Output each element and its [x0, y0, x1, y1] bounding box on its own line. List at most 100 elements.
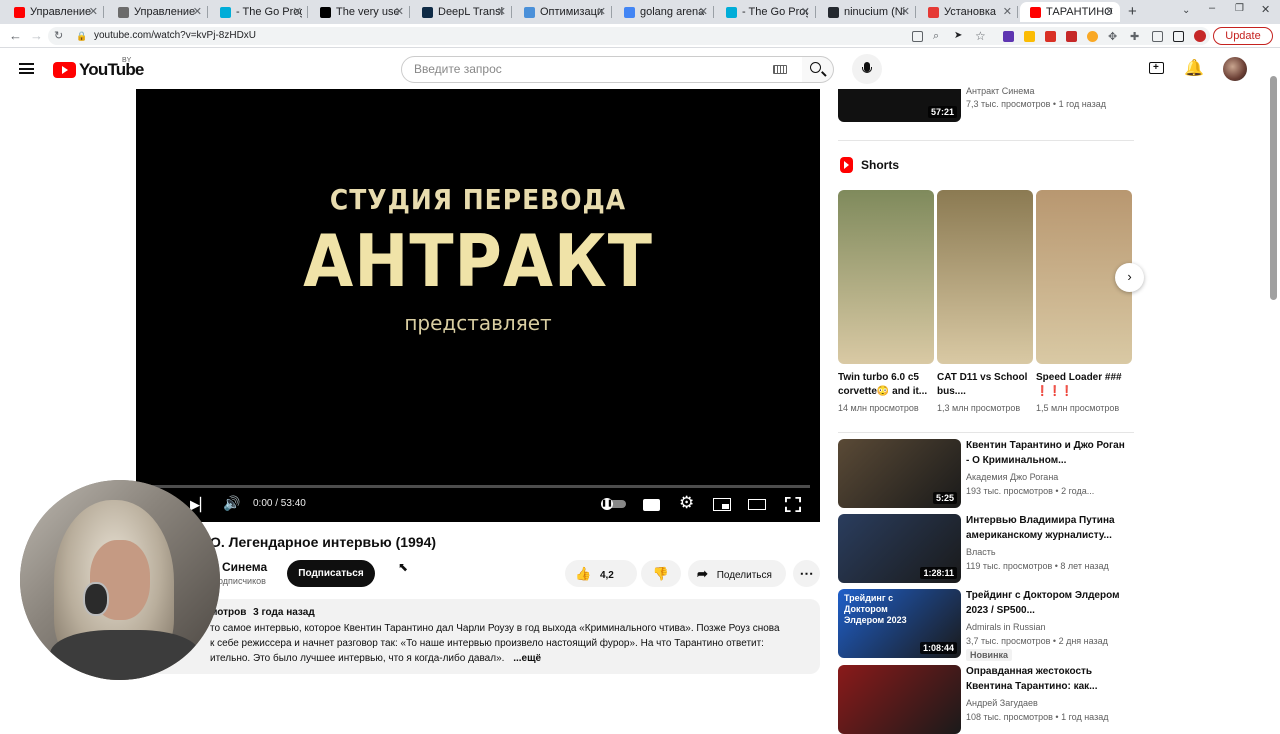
short-thumbnail[interactable] [838, 190, 934, 364]
tab-favicon-icon [422, 6, 433, 18]
video-channel[interactable]: Академия Джо Рогана [966, 472, 1058, 482]
video-thumbnail[interactable]: 5:25 [838, 439, 961, 508]
extensions-puzzle-icon[interactable]: ✚ [1130, 30, 1141, 43]
create-video-icon[interactable]: + [1149, 62, 1164, 74]
notifications-bell-icon[interactable]: 🔔 [1184, 58, 1204, 78]
video-thumbnail[interactable]: Трейдинг с Доктором Элдером 2023 1:08:44 [838, 589, 961, 658]
profile-icon[interactable] [1194, 30, 1206, 42]
browser-tab[interactable]: ninucium (Ni ✕ [818, 2, 916, 22]
theater-mode-icon[interactable] [748, 499, 766, 510]
browser-tab[interactable]: Оптимизаци ✕ [514, 2, 612, 22]
share-button[interactable]: ➦ Поделиться [688, 560, 786, 587]
extension-icon-4[interactable] [1066, 31, 1077, 42]
short-thumbnail[interactable] [937, 190, 1033, 364]
short-title[interactable]: CAT D11 vs School bus.... [937, 371, 1033, 399]
settings-gear-icon[interactable]: ⚙ [679, 493, 694, 513]
hamburger-menu-icon[interactable] [19, 63, 34, 74]
video-title-link[interactable]: Трейдинг с Доктором Элдером 2023 / SP500… [966, 588, 1126, 618]
video-title-link[interactable]: Интервью Владимира Путина американскому … [966, 513, 1126, 543]
zoom-icon[interactable]: ⌕ [933, 30, 944, 42]
more-actions-button[interactable]: ⋯ [793, 560, 820, 587]
video-title-link[interactable]: Оправданная жестокость Квентина Тарантин… [966, 664, 1126, 694]
volume-icon[interactable]: 🔊 [223, 495, 240, 512]
browser-tab[interactable]: Установка ✕ [918, 2, 1018, 22]
video-thumbnail[interactable]: 1:28:11 [838, 514, 961, 583]
tab-close-icon[interactable]: ✕ [901, 5, 910, 18]
browser-tab[interactable]: golang arena ✕ [614, 2, 714, 22]
shorts-next-button[interactable]: › [1115, 263, 1144, 292]
video-player[interactable]: СТУДИЯ ПЕРЕВОДА АНТРАКТ представляет ▶▏ … [136, 89, 820, 522]
minimize-icon[interactable]: – [1209, 2, 1215, 14]
short-title[interactable]: Twin turbo 6.0 c5 corvette😳 and it... [838, 371, 934, 399]
subtitles-icon[interactable] [643, 499, 660, 511]
update-button[interactable]: Update [1213, 27, 1273, 45]
bookmark-star-icon[interactable]: ☆ [975, 29, 986, 43]
video-thumbnail[interactable] [838, 665, 961, 734]
video-channel[interactable]: Власть [966, 547, 996, 557]
tab-separator [511, 6, 512, 18]
top-video-channel[interactable]: Антракт Синема [966, 86, 1034, 96]
tab-close-icon[interactable]: ✕ [497, 5, 506, 18]
extension-icon-3[interactable] [1045, 31, 1056, 42]
extension-icon-5[interactable] [1087, 31, 1098, 42]
side-panel-icon[interactable] [1173, 31, 1184, 42]
browser-tab[interactable]: DeepL Transl ✕ [412, 2, 512, 22]
back-icon[interactable]: ← [9, 28, 22, 44]
tab-separator [409, 6, 410, 18]
browser-tab[interactable]: - The Go Prog ✕ [210, 2, 308, 22]
send-icon[interactable]: ➤ [954, 30, 965, 41]
browser-tab[interactable]: ТАРАНТИНО ✕ [1020, 2, 1120, 22]
autoplay-toggle[interactable]: ❚❚ [601, 498, 626, 510]
page-scrollbar[interactable] [1270, 76, 1277, 300]
short-title[interactable]: Speed Loader ### ❗❗❗ [1036, 371, 1132, 399]
tab-close-icon[interactable]: ✕ [597, 5, 606, 18]
close-window-icon[interactable]: ✕ [1261, 3, 1270, 16]
tab-close-icon[interactable]: ✕ [395, 5, 404, 18]
search-input[interactable]: Введите запрос [401, 56, 804, 83]
miniplayer-icon[interactable] [713, 498, 731, 511]
maximize-icon[interactable]: ❐ [1235, 3, 1244, 14]
like-button[interactable]: 👍 4,2 тыс. [565, 560, 637, 608]
browser-tab[interactable]: Управление ✕ [4, 2, 104, 22]
extension-icon-6[interactable]: ✥ [1108, 30, 1119, 43]
dislike-button[interactable]: 👎 [641, 560, 681, 587]
show-more-link[interactable]: ...ещё [513, 653, 541, 664]
tab-close-icon[interactable]: ✕ [293, 5, 302, 18]
reload-icon[interactable]: ↻ [54, 27, 63, 45]
browser-tab[interactable]: Управление ✕ [108, 2, 208, 22]
tab-close-icon[interactable]: ✕ [1003, 5, 1012, 18]
channel-name[interactable]: Синема [222, 560, 267, 574]
new-tab-button[interactable]: + [1128, 3, 1137, 20]
keyboard-icon[interactable] [773, 65, 787, 74]
video-channel[interactable]: Admirals in Russian [966, 622, 1046, 632]
tab-close-icon[interactable]: ✕ [1105, 5, 1114, 18]
video-title-link[interactable]: Квентин Тарантино и Джо Роган - О Кримин… [966, 438, 1126, 468]
description-line-3-text: ительно. Это было лучшее интервью, что я… [210, 653, 505, 664]
webcam-overlay [20, 480, 220, 680]
video-channel[interactable]: Андрей Загудаев [966, 698, 1038, 708]
avatar[interactable] [1223, 57, 1247, 81]
tab-close-icon[interactable]: ✕ [193, 5, 202, 18]
browser-tab[interactable]: - The Go Prog ✕ [716, 2, 816, 22]
mouse-cursor-icon: ⬉ [398, 560, 409, 574]
tab-search-icon[interactable]: ⌄ [1182, 5, 1190, 16]
browser-tab[interactable]: The very use ✕ [310, 2, 410, 22]
tab-close-icon[interactable]: ✕ [801, 5, 810, 18]
progress-bar[interactable] [148, 485, 810, 488]
url-field[interactable]: ↻ 🔒 youtube.com/watch?v=kvPj-8zHDxU [48, 27, 1210, 45]
subscribe-button[interactable]: Подписаться [287, 560, 375, 587]
voice-search-button[interactable] [852, 54, 882, 84]
tab-close-icon[interactable]: ✕ [699, 5, 708, 18]
forward-icon[interactable]: → [30, 28, 43, 44]
tab-favicon-icon [828, 6, 839, 18]
search-button[interactable] [802, 56, 834, 83]
tab-close-icon[interactable]: ✕ [89, 5, 98, 18]
webcam-shirt [50, 630, 200, 680]
top-video-thumbnail[interactable]: 57:21 [838, 89, 961, 122]
fullscreen-icon[interactable] [785, 497, 801, 512]
extension-icon-2[interactable] [1024, 31, 1035, 42]
install-icon[interactable] [912, 31, 923, 42]
browser-menu-icon[interactable]: ⋮ [1276, 28, 1280, 41]
reading-list-icon[interactable] [1152, 31, 1163, 42]
extension-icon-1[interactable] [1003, 31, 1014, 42]
